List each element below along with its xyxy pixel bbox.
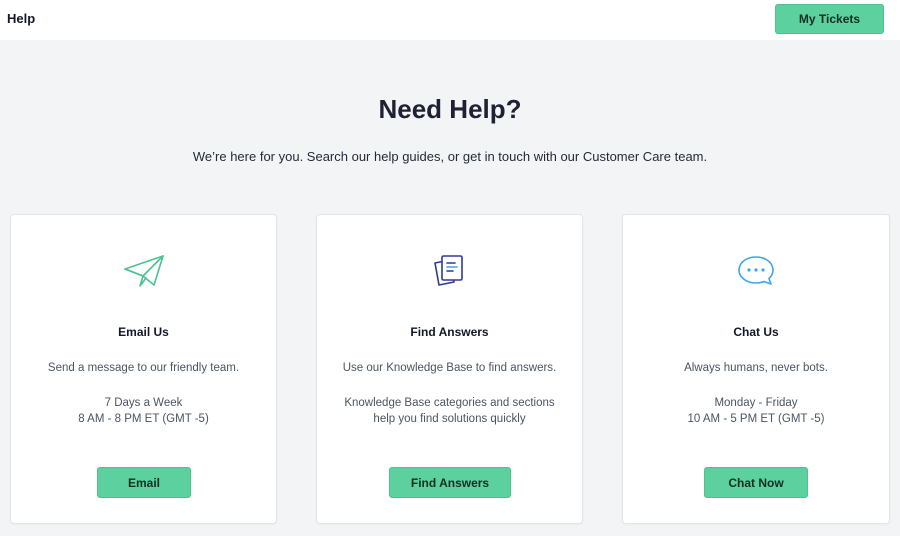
email-card-hours-time: 8 AM - 8 PM ET (GMT -5)	[78, 413, 209, 425]
documents-icon	[428, 249, 472, 293]
find-answers-card: Find Answers Use our Knowledge Base to f…	[316, 214, 583, 524]
chat-bubble-icon	[734, 249, 778, 293]
find-answers-card-title: Find Answers	[410, 325, 489, 339]
my-tickets-button[interactable]: My Tickets	[775, 4, 884, 34]
paper-plane-icon	[122, 249, 166, 293]
email-card-description: Send a message to our friendly team.	[47, 362, 240, 374]
page-subtitle: We’re here for you. Search our help guid…	[192, 149, 708, 164]
email-card: Email Us Send a message to our friendly …	[10, 214, 277, 524]
brand-title: Help	[7, 11, 36, 26]
find-answers-card-detail-line2: help you find solutions quickly	[373, 413, 526, 425]
chat-card: Chat Us Always humans, never bots. Monda…	[622, 214, 890, 524]
chat-card-hours-days: Monday - Friday	[714, 397, 798, 409]
chat-card-title: Chat Us	[733, 325, 779, 339]
page-title: Need Help?	[378, 94, 522, 124]
chat-card-description: Always humans, never bots.	[684, 362, 828, 374]
chat-card-hours: Monday - Friday 10 AM - 5 PM ET (GMT -5)	[623, 395, 889, 427]
email-button[interactable]: Email	[97, 467, 191, 498]
chat-card-hours-time: 10 AM - 5 PM ET (GMT -5)	[687, 413, 825, 425]
find-answers-button[interactable]: Find Answers	[389, 467, 511, 498]
chat-now-button[interactable]: Chat Now	[704, 467, 808, 498]
find-answers-card-detail-line1: Knowledge Base categories and sections	[344, 397, 555, 409]
top-bar: Help My Tickets	[0, 0, 900, 40]
find-answers-card-description: Use our Knowledge Base to find answers.	[342, 362, 557, 374]
find-answers-card-detail: Knowledge Base categories and sections h…	[317, 395, 582, 427]
email-card-hours-days: 7 Days a Week	[104, 397, 183, 409]
email-card-title: Email Us	[118, 325, 169, 339]
email-card-hours: 7 Days a Week 8 AM - 8 PM ET (GMT -5)	[11, 395, 276, 427]
